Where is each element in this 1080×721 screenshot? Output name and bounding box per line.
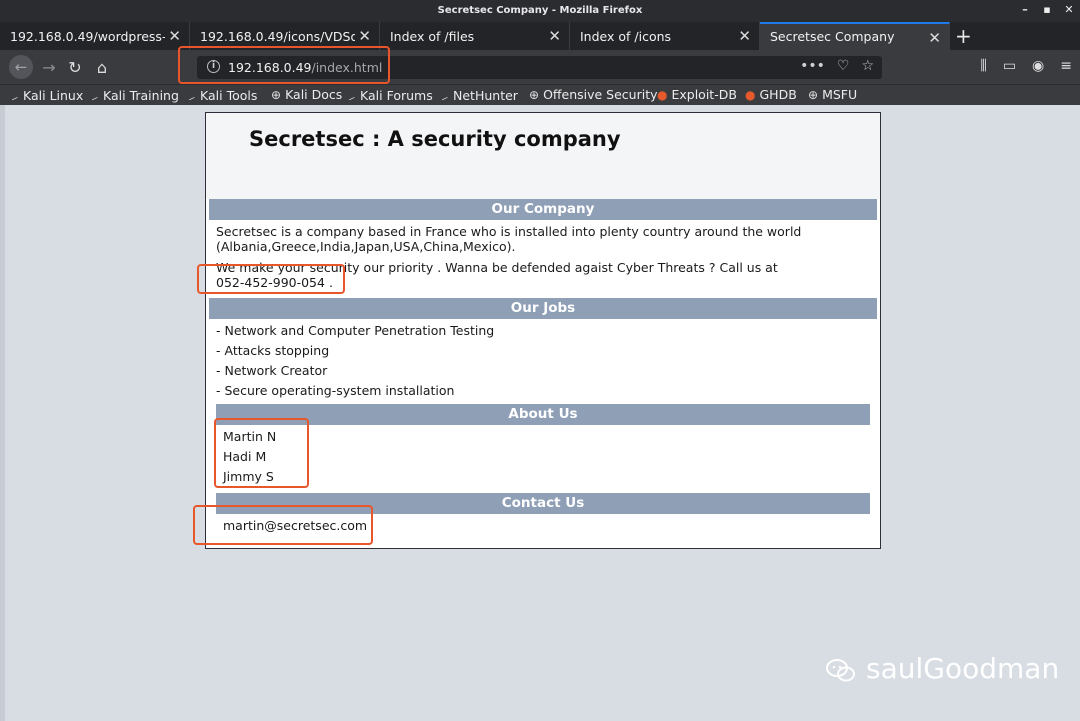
exploitdb-icon: ● [745,88,756,102]
bookmark-label: MSFU [822,87,858,102]
bookmark-msfu[interactable]: ⊕ MSFU [808,87,857,102]
bookmark-kali-training[interactable]: ⸝ Kali Training [90,87,179,104]
minimize-icon[interactable]: – [1020,3,1030,16]
reload-icon[interactable]: ↻ [64,57,86,79]
bookmark-label: Kali Training [103,88,179,103]
tab-label: 192.168.0.49/icons/VDSoyu [200,29,355,44]
job-item: - Network Creator [216,363,328,378]
tab-label: Secretsec Company [770,29,895,44]
kali-dragon-icon: ⸝ [187,88,199,104]
menu-icon[interactable]: ≡ [1060,58,1072,74]
toolbar-icons: ⫼ ▭ ◉ ≡ [980,58,1072,74]
tab-index-icons[interactable]: Index of /icons ✕ [570,22,760,50]
tab-close-icon[interactable]: ✕ [928,29,941,47]
bookmark-label: Kali Docs [285,87,343,102]
kali-dragon-icon: ⸝ [90,88,102,104]
tab-secretsec-company[interactable]: Secretsec Company ✕ [760,22,950,50]
watermark-text: saulGoodman [866,652,1060,685]
job-item: - Network and Computer Penetration Testi… [216,323,495,338]
bookmark-label: Exploit-DB [671,87,737,102]
bookmark-offensive-security[interactable]: ⊕ Offensive Security [529,87,658,102]
home-icon[interactable]: ⌂ [91,57,113,79]
tab-close-icon[interactable]: ✕ [548,27,561,45]
bookmark-label: Kali Linux [23,88,84,103]
section-heading-company: Our Company [209,199,877,220]
team-highlight-box [214,418,309,488]
sidebar-icon[interactable]: ▭ [1003,58,1016,74]
site-title: Secretsec : A security company [249,127,621,151]
bookmark-kali-tools[interactable]: ⸝ Kali Tools [187,87,258,104]
globe-icon: ⊕ [529,88,540,102]
forward-arrow-icon[interactable]: → [38,57,60,79]
bookmark-star-icon[interactable]: ☆ [861,58,874,74]
tab-label: Index of /files [390,29,475,44]
kali-dragon-icon: ⸝ [347,88,359,104]
company-description-line2: (Albania,Greece,India,Japan,USA,China,Me… [216,239,516,254]
window-titlebar: Secretsec Company - Mozilla Firefox – ▪ … [0,0,1080,22]
page-viewport: Secretsec : A security company Our Compa… [0,105,1080,721]
kali-dragon-icon: ⸝ [10,88,22,104]
wechat-icon [826,659,855,682]
tab-close-icon[interactable]: ✕ [738,27,751,45]
globe-icon: ⊕ [271,88,282,102]
globe-icon: ⊕ [808,88,819,102]
pocket-icon[interactable]: ♡ [837,58,850,74]
tab-close-icon[interactable]: ✕ [358,27,371,45]
bookmark-label: Kali Forums [360,88,433,103]
account-icon[interactable]: ◉ [1032,58,1044,74]
bookmark-kali-linux[interactable]: ⸝ Kali Linux [10,87,84,104]
bookmark-label: Kali Tools [200,88,258,103]
bookmark-kali-forums[interactable]: ⸝ Kali Forums [347,87,433,104]
section-heading-about: About Us [216,404,870,425]
phone-highlight-box [197,264,345,294]
bookmark-nethunter[interactable]: ⸝ NetHunter [440,87,518,104]
tab-close-icon[interactable]: ✕ [168,27,181,45]
job-item: - Secure operating-system installation [216,383,455,398]
bookmarks-toolbar: ⸝ Kali Linux ⸝ Kali Training ⸝ Kali Tools ⊕… [0,84,1080,105]
job-item: - Attacks stopping [216,343,330,358]
tab-wordpress[interactable]: 192.168.0.49/wordpress-blo ✕ [0,22,190,50]
navigation-toolbar: ← → ↻ ⌂ i 192.168.0.49/index.html ••• ♡ … [0,50,1080,84]
tab-label: Index of /icons [580,29,672,44]
section-heading-jobs: Our Jobs [209,298,877,319]
close-window-icon[interactable]: ✕ [1064,3,1074,16]
window-title: Secretsec Company - Mozilla Firefox [437,5,643,16]
site-header: Secretsec : A security company [206,113,880,199]
tab-label: 192.168.0.49/wordpress-blo [10,29,165,44]
exploitdb-icon: ● [657,88,668,102]
new-tab-icon[interactable]: + [955,24,972,48]
kali-dragon-icon: ⸝ [440,88,452,104]
back-arrow-icon[interactable]: ← [9,55,33,79]
tab-index-files[interactable]: Index of /files ✕ [380,22,570,50]
bookmark-label: GHDB [759,87,797,102]
bookmark-label: Offensive Security [543,87,658,102]
url-highlight-box [178,46,390,84]
bookmark-label: NetHunter [453,88,518,103]
library-icon[interactable]: ⫼ [980,58,986,74]
company-description-line1: Secretsec is a company based in France w… [216,224,802,239]
email-highlight-box [193,505,373,545]
bookmark-kali-docs[interactable]: ⊕ Kali Docs [271,87,342,102]
window-controls: – ▪ ✕ [1020,3,1074,16]
left-panel-edge [0,105,5,721]
page-actions-icon[interactable]: ••• [800,58,825,74]
bookmark-ghdb[interactable]: ● GHDB [745,87,797,102]
maximize-icon[interactable]: ▪ [1042,3,1052,16]
bookmark-exploit-db[interactable]: ● Exploit-DB [657,87,737,102]
tab-bar: 192.168.0.49/wordpress-blo ✕ 192.168.0.4… [0,22,1080,50]
url-actions: ••• ♡ ☆ [800,58,874,74]
